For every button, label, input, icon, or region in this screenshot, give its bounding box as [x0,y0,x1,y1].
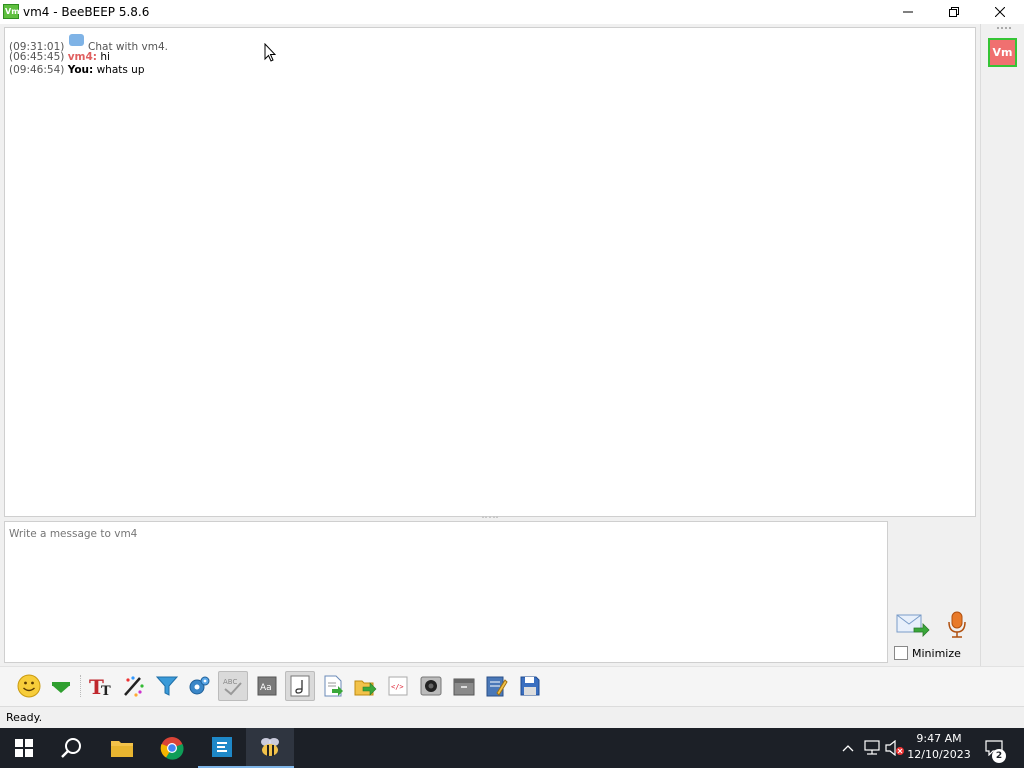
filter-icon [155,676,179,696]
chrome-icon [160,737,184,760]
network-icon [864,740,880,755]
minimize-icon [903,11,913,13]
send-file-icon [354,680,377,696]
font-color-button[interactable] [119,671,149,701]
code-icon: </> [388,676,408,696]
mouse-cursor-icon [264,43,276,62]
font-style-button[interactable]: Aa [252,671,282,701]
file-explorer-button[interactable] [98,728,146,768]
floppy-disk-icon [520,676,540,696]
show-hidden-icons-button[interactable] [838,738,858,758]
chevron-down-icon [52,682,70,693]
clock-time[interactable]: 9:47 AM [906,732,972,745]
edit-icon [486,676,508,697]
voice-message-button[interactable] [944,610,970,640]
note-button[interactable] [285,671,315,701]
start-button[interactable] [0,728,48,768]
splitter-handle[interactable] [482,516,498,519]
sender-nick: vm4: [67,51,97,63]
avatar-text: Vm [992,46,1013,59]
save-chat-icon [324,675,343,697]
clock-date[interactable]: 12/10/2023 [906,748,972,761]
message-input[interactable] [4,521,888,663]
timestamp: (09:46:54) [9,64,65,76]
font-button[interactable]: TT [86,671,116,701]
svg-text:T: T [101,684,111,698]
notification-badge: 2 [992,749,1006,763]
close-window-button[interactable] [977,0,1023,24]
windows-taskbar: 9:47 AM 12/10/2023 2 [0,728,1024,768]
beebeep-taskbar-button[interactable] [246,728,294,768]
chat-bubble-icon [68,34,84,46]
code-button[interactable]: </> [383,671,413,701]
minimize-checkbox[interactable] [894,646,908,660]
send-file-button[interactable] [350,671,380,701]
volume-muted-icon [885,740,904,756]
save-chat-button[interactable] [318,671,348,701]
restore-window-button[interactable] [931,0,977,24]
title-bar: Vm vm4 - BeeBEEP 5.8.6 [0,0,1024,24]
settings-icon [189,676,210,695]
status-bar: Ready. [0,706,1024,728]
spellcheck-button[interactable]: ABC [218,671,248,701]
camera-icon [420,676,442,696]
search-button[interactable] [48,728,96,768]
editor-app-button[interactable] [198,728,246,768]
note-icon [290,675,310,697]
window-title: vm4 - BeeBEEP 5.8.6 [23,5,150,19]
windows-logo-icon [15,739,33,757]
timestamp: (06:45:45) [9,51,65,63]
message-text: whats up [93,64,145,76]
volume-button[interactable] [885,738,905,758]
user-avatar-vm4[interactable]: Vm [988,38,1017,67]
folder-icon [111,741,133,757]
chevron-up-icon [842,745,854,752]
chat-line-message: (06:45:45) vm4: hi [9,51,110,64]
font-style-icon: Aa [257,676,277,696]
beebeep-app-icon: Vm [3,4,20,19]
network-button[interactable] [862,738,882,758]
svg-text:ABC: ABC [223,678,237,686]
chat-history[interactable]: (09:31:01) Chat with vm4. (06:45:45) vm4… [4,27,976,517]
minimize-label: Minimize [912,647,961,660]
send-message-button[interactable] [896,612,930,638]
archive-button[interactable] [449,671,479,701]
sender-nick: You: [67,64,94,76]
toolbar-separator [80,675,81,697]
font-icon: TT [89,675,111,698]
bee-icon [261,738,279,756]
spellcheck-icon: ABC [223,678,242,696]
search-icon [61,738,81,758]
chrome-button[interactable] [148,728,196,768]
user-list-panel: Vm [980,24,1024,666]
chat-toolbar: TT ABC Aa </> [0,666,1024,706]
pen-color-icon [124,676,144,697]
settings-button[interactable] [184,671,214,701]
save-button[interactable] [515,671,545,701]
close-icon [995,7,1005,17]
restore-icon [949,7,959,17]
screenshot-button[interactable] [416,671,446,701]
edit-button[interactable] [481,671,511,701]
status-text: Ready. [6,711,43,724]
svg-text:Aa: Aa [260,683,272,693]
chat-menu-button[interactable] [46,671,76,701]
smiley-icon [17,674,41,698]
filter-button[interactable] [152,671,182,701]
editor-app-icon [212,737,232,757]
app-icon-text: Vm [5,7,20,16]
archive-icon [453,678,475,696]
microphone-icon [948,611,966,638]
panel-grip[interactable] [997,27,1011,30]
svg-text:</>: </> [391,683,404,691]
chat-line-message: (09:46:54) You: whats up [9,64,145,77]
emoticons-button[interactable] [14,671,44,701]
message-text: hi [97,51,110,63]
minimize-window-button[interactable] [885,0,931,24]
send-mail-icon [896,614,930,637]
